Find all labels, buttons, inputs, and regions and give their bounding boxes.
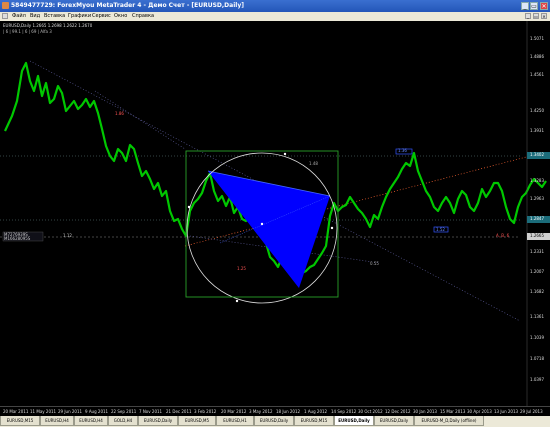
app-icon xyxy=(2,2,9,9)
price-tick: 1.0397 xyxy=(530,377,544,382)
tab-eurusd-offline[interactable]: EURUSD-M_D,Daily (offline) xyxy=(414,416,484,426)
chart-menu-icon[interactable] xyxy=(2,13,8,19)
date-tick: 30 Oct 2012 xyxy=(358,409,383,414)
doc-restore-button[interactable]: ▭ xyxy=(533,13,539,19)
menu-help[interactable]: Справка xyxy=(132,12,154,21)
price-chart[interactable]: EURUSD,Daily 1.2665 1.2698 1.2622 1.2670… xyxy=(0,21,550,406)
tab-eurusd-daily[interactable]: EURUSD,Daily xyxy=(138,416,178,426)
tab-eurusd-daily-3[interactable]: EURUSD,Daily xyxy=(374,416,414,426)
trend-line-upper xyxy=(94,90,186,150)
menu-charts[interactable]: Графики xyxy=(68,12,91,21)
price-tick: 1.3931 xyxy=(530,128,544,133)
price-tick: 1.2007 xyxy=(530,269,544,274)
fib-label-136: 1.36 xyxy=(398,148,407,153)
indicator-readout: | 6 | 99.1 | 6 | 69 | Alfa 3 xyxy=(3,29,52,34)
tab-eurusd-m15-2[interactable]: EURUSD,M15 xyxy=(294,416,334,426)
date-tick: 15 Mar 2013 xyxy=(440,409,466,414)
chart-canvas xyxy=(0,21,550,406)
date-tick: 18 Jun 2012 xyxy=(276,409,301,414)
date-tick: 14 Sep 2012 xyxy=(331,409,357,414)
tab-gold-h4[interactable]: GOLD,H4 xyxy=(108,416,138,426)
fib-label-055: 0.55 xyxy=(370,261,379,266)
tab-eurusd-h4-2[interactable]: EURUSD,H4 xyxy=(74,416,108,426)
doc-minimize-button[interactable]: _ xyxy=(525,13,531,19)
menu-insert[interactable]: Вставка xyxy=(44,12,65,21)
tab-eurusd-h1[interactable]: EURUSD,H1 xyxy=(216,416,254,426)
date-tick: 30 Apr 2013 xyxy=(467,409,492,414)
close-button[interactable]: ✕ xyxy=(540,2,548,10)
fib-label-148: 1.48 xyxy=(309,161,318,166)
date-tick: 30 Jan 2013 xyxy=(413,409,437,414)
price-tick: 1.3283 xyxy=(530,178,544,183)
tab-eurusd-daily-active[interactable]: EURUSD,Daily xyxy=(334,416,374,426)
price-tick: 1.5071 xyxy=(530,36,544,41)
date-tick: 21 Dec 2011 xyxy=(166,409,192,414)
date-tick: 20 Mar 2012 xyxy=(221,409,247,414)
date-tick: 3 May 2012 xyxy=(249,409,273,414)
tab-eurusd-m15[interactable]: EURUSD,M15 xyxy=(0,416,40,426)
menu-tools[interactable]: Сервис xyxy=(92,12,111,21)
date-tick: 7 Nov 2011 xyxy=(139,409,163,414)
price-tick: 1.4561 xyxy=(530,72,544,77)
date-tick: 29 Jun 2011 xyxy=(58,409,83,414)
date-tick: 3 Feb 2012 xyxy=(194,409,217,414)
level-upper-label: 1.3402 xyxy=(530,152,544,157)
price-tick: 1.4886 xyxy=(530,54,544,59)
menu-window[interactable]: Окно xyxy=(114,12,127,21)
pattern-point-label: A, B, 6 xyxy=(496,233,510,238)
date-tick: 1 Aug 2012 xyxy=(304,409,328,414)
window-title: 5849477729: ForexMyou MetaTrader 4 - Дем… xyxy=(11,2,244,9)
fib-label-152: 1.52 xyxy=(436,227,445,232)
symbol-readout: EURUSD,Daily 1.2665 1.2698 1.2622 1.2670 xyxy=(3,23,93,28)
price-tick: 1.4250 xyxy=(530,108,544,113)
price-tick: 1.1039 xyxy=(530,335,544,340)
price-tick: 1.1682 xyxy=(530,289,544,294)
tab-eurusd-h4[interactable]: EURUSD,H4 xyxy=(40,416,74,426)
menu-view[interactable]: Вид xyxy=(30,12,40,21)
fib-label-112: 1.12 xyxy=(63,233,72,238)
fib-label-125: 1.25 xyxy=(237,266,246,271)
price-tick: 1.0718 xyxy=(530,356,544,361)
minimize-button[interactable]: _ xyxy=(521,2,529,10)
menu-bar: Файл Вид Вставка Графики Сервис Окно Спр… xyxy=(0,12,550,21)
price-tick: 1.2331 xyxy=(530,249,544,254)
price-tick: 1.2963 xyxy=(530,196,544,201)
tab-eurusd-m5[interactable]: EURUSD,M5 xyxy=(178,416,216,426)
tab-eurusd-daily-2[interactable]: EURUSD,Daily xyxy=(254,416,294,426)
date-tick: 22 Sep 2011 xyxy=(111,409,137,414)
level-lower-label: 1.2847 xyxy=(530,216,544,221)
price-tick: 1.1361 xyxy=(530,314,544,319)
current-price-label: 1.2665 xyxy=(530,233,544,238)
menu-file[interactable]: Файл xyxy=(12,12,26,21)
date-tick: 11 May 2011 xyxy=(30,409,57,414)
doc-close-button[interactable]: ✕ xyxy=(541,13,547,19)
fib-label-186: 1.86 xyxy=(115,111,124,116)
date-tick: 12 Dec 2012 xyxy=(385,409,411,414)
date-tick: 29 Jul 2013 xyxy=(520,409,543,414)
chart-tabs: EURUSD,M15 EURUSD,H4 EURUSD,H4 GOLD,H4 E… xyxy=(0,416,550,427)
date-tick: 13 Jun 2013 xyxy=(494,409,519,414)
title-bar: 5849477729: ForexMyou MetaTrader 4 - Дем… xyxy=(0,0,550,12)
maximize-button[interactable]: ▭ xyxy=(530,2,538,10)
order-label-2: M16628095S xyxy=(4,236,31,241)
date-tick: 9 Aug 2011 xyxy=(85,409,109,414)
date-tick: 20 Mar 2011 xyxy=(3,409,29,414)
